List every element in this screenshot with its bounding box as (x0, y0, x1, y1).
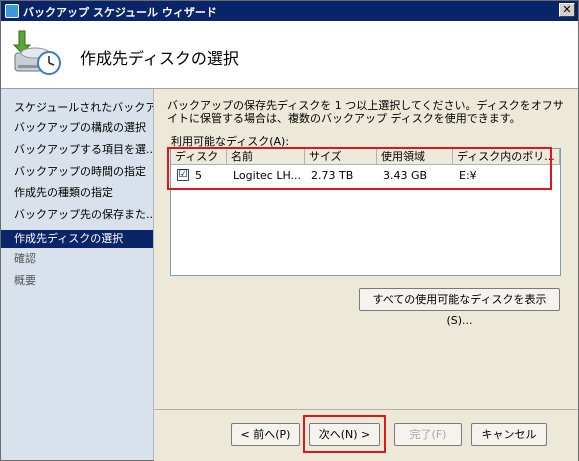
wizard-steps: スケジュールされたバックア... バックアップの構成の選択 バックアップする項目… (1, 89, 154, 460)
backup-schedule-icon (12, 30, 61, 75)
column-size[interactable]: サイズ (305, 149, 377, 165)
title-bar[interactable]: バックアップ スケジュール ウィザード ✕ (1, 1, 578, 21)
disk-list[interactable]: ディスク 名前 サイズ 使用領域 ディスク内のボリ... ☑ 5 Logitec… (170, 148, 561, 276)
wizard-header: 作成先ディスクの選択 (1, 21, 578, 89)
wizard-window: バックアップ スケジュール ウィザード ✕ 作成先ディスクの選択 スケジュールさ… (0, 0, 579, 461)
column-volumes[interactable]: ディスク内のボリ... (453, 149, 560, 165)
disk-row[interactable]: ☑ 5 Logitec LH... 2.73 TB 3.43 GB E:¥ (171, 167, 560, 184)
step-destination-type[interactable]: 作成先の種類の指定 (1, 184, 153, 202)
step-scheduled-backup[interactable]: スケジュールされたバックア... (1, 99, 153, 117)
column-name[interactable]: 名前 (227, 149, 305, 165)
disk-volumes: E:¥ (459, 169, 477, 182)
column-disk[interactable]: ディスク (171, 149, 227, 165)
next-button[interactable]: 次へ(N) > (309, 423, 380, 446)
disk-name: Logitec LH... (233, 169, 302, 182)
finish-button: 完了(F) (394, 423, 462, 446)
description-text: バックアップの保存先ディスクを 1 つ以上選択してください。ディスクをオフサイト… (167, 99, 564, 125)
app-icon (5, 4, 19, 18)
step-select-items[interactable]: バックアップする項目を選... (1, 141, 153, 159)
disk-used: 3.43 GB (383, 169, 428, 182)
disk-number: 5 (195, 169, 202, 182)
page-title: 作成先ディスクの選択 (80, 49, 239, 68)
window-title: バックアップ スケジュール ウィザード (23, 6, 217, 19)
step-confirm: 確認 (14, 252, 36, 265)
step-destination-storage[interactable]: バックアップ先の保存また... (1, 206, 153, 224)
back-button[interactable]: < 前へ(P) (231, 423, 300, 446)
wizard-content: バックアップの保存先ディスクを 1 つ以上選択してください。ディスクをオフサイト… (154, 89, 578, 409)
disk-size: 2.73 TB (311, 169, 354, 182)
available-disks-label: 利用可能なディスク(A): (171, 135, 290, 148)
disk-checkbox[interactable]: ☑ (177, 169, 189, 181)
wizard-footer: < 前へ(P) 次へ(N) > 完了(F) キャンセル (154, 409, 578, 461)
column-used-space[interactable]: 使用領域 (377, 149, 453, 165)
cancel-button[interactable]: キャンセル (471, 423, 547, 446)
step-select-disk[interactable]: 作成先ディスクの選択 (1, 230, 153, 248)
show-all-disks-button[interactable]: すべての使用可能なディスクを表示(S)... (359, 288, 560, 327)
step-backup-config[interactable]: バックアップの構成の選択 (1, 119, 153, 137)
disk-list-header: ディスク 名前 サイズ 使用領域 ディスク内のボリ... (171, 149, 560, 166)
step-backup-time[interactable]: バックアップの時間の指定 (1, 163, 153, 181)
step-summary: 概要 (14, 274, 36, 287)
close-button[interactable]: ✕ (559, 3, 575, 17)
